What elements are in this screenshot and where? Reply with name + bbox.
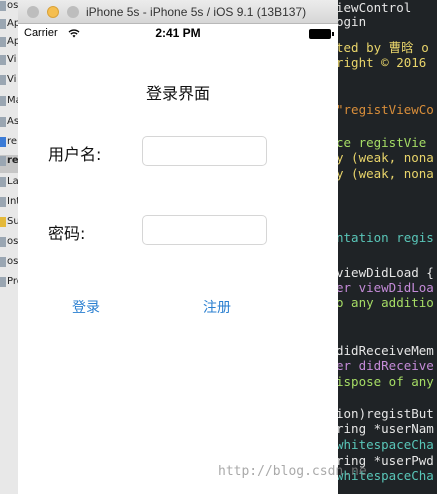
file-icon <box>0 176 6 187</box>
code-line: er didReceive <box>336 358 434 373</box>
file-icon <box>0 236 6 247</box>
file-icon <box>0 136 6 147</box>
file-icon <box>0 18 6 29</box>
file-icon <box>0 256 6 267</box>
password-label: 密码: <box>48 224 86 243</box>
code-line: "registViewCo <box>336 102 434 117</box>
code-line: ntation regis <box>336 230 434 245</box>
code-line: ispose of any <box>336 374 434 389</box>
file-icon <box>0 54 6 65</box>
code-line: right © 2016 <box>336 55 427 70</box>
navigator-item-label: re <box>7 136 18 147</box>
window-title: iPhone 5s - iPhone 5s / iOS 9.1 (13B137) <box>86 5 307 19</box>
code-line: viewDidLoad { <box>336 265 434 280</box>
code-line: didReceiveMem <box>336 343 434 358</box>
code-line: er viewDidLoa <box>336 280 434 295</box>
file-icon <box>0 74 6 85</box>
file-icon <box>0 116 6 127</box>
code-line: iewControl <box>336 0 412 15</box>
file-icon <box>0 0 6 11</box>
file-icon <box>0 196 6 207</box>
code-line: whitespaceCha <box>336 437 434 452</box>
code-editor[interactable]: iewControl ogin ted by 曹晗 o right © 2016 "re… <box>336 0 437 494</box>
battery-icon <box>309 29 334 39</box>
login-button[interactable]: 登录 <box>72 297 100 317</box>
password-input[interactable] <box>142 215 267 245</box>
ios-status-bar: Carrier 2:41 PM <box>18 24 338 44</box>
code-line: ted by 曹晗 o <box>336 40 429 55</box>
code-line: ion)registBut <box>336 406 434 421</box>
file-icon <box>0 95 6 106</box>
navigator-item-label: Vi <box>7 54 17 65</box>
navigator-item-label: Vi <box>7 74 17 85</box>
close-window-button[interactable] <box>27 6 39 18</box>
simulator-window: iPhone 5s - iPhone 5s / iOS 9.1 (13B137)… <box>18 0 338 494</box>
file-icon <box>0 155 6 166</box>
code-line: ce registVie <box>336 135 427 150</box>
watermark-text: http://blog.csdn.ne <box>218 464 367 479</box>
file-icon <box>0 276 6 287</box>
code-line: ring *userNam <box>336 421 434 436</box>
code-line: y (weak, nona <box>336 166 434 181</box>
code-line: ogin <box>336 14 367 29</box>
minimize-window-button[interactable] <box>47 6 59 18</box>
screen-title: 登录界面 <box>145 84 210 103</box>
simulator-titlebar[interactable]: iPhone 5s - iPhone 5s / iOS 9.1 (13B137) <box>18 0 338 24</box>
file-icon <box>0 216 6 227</box>
code-line: o any additio <box>336 295 434 310</box>
file-icon <box>0 36 6 47</box>
zoom-window-button[interactable] <box>67 6 79 18</box>
username-input[interactable] <box>142 136 267 166</box>
status-time: 2:41 PM <box>155 26 201 40</box>
register-button[interactable]: 注册 <box>203 297 231 317</box>
navigator-item-label: re <box>7 155 19 166</box>
navigator-item-label: La <box>7 176 19 187</box>
username-label: 用户名: <box>48 145 102 164</box>
code-line: y (weak, nona <box>336 150 434 165</box>
